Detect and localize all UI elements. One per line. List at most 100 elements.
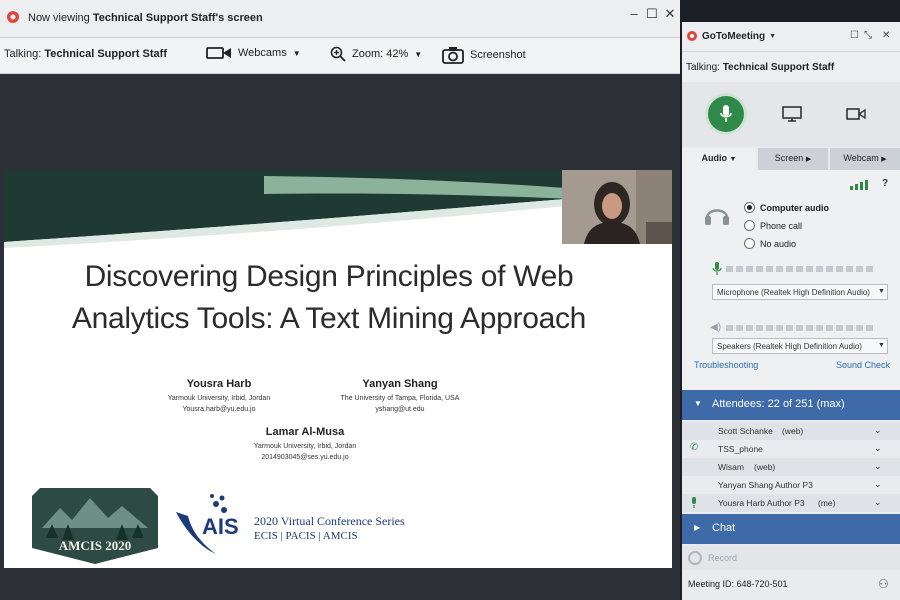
amcis-2020-badge: AMCIS 2020 <box>32 488 158 564</box>
attendee-row[interactable]: Wisam (web) ⌄ <box>682 458 900 476</box>
meeting-id-bar: Meeting ID: 648-720-501 ⚇ <box>682 572 900 600</box>
speaker-icon: ◀) <box>710 322 722 333</box>
radio-phone-call[interactable] <box>744 220 755 231</box>
panel-expand-button[interactable]: ⤡ <box>864 30 872 41</box>
tab-audio[interactable]: Audio ▼ <box>682 148 756 170</box>
author-affiliation: Yarmouk University, Irbid, Jordan <box>253 443 357 450</box>
panel-close-button[interactable]: ✕ <box>882 30 890 41</box>
audio-settings-section: ? Computer audio Phone call No audio Mic… <box>682 170 900 392</box>
attendee-note: (web) <box>782 426 804 436</box>
close-window-button[interactable]: ✕ <box>662 6 678 22</box>
author-email: 2014903045@ses.yu.edu.jo <box>261 454 349 461</box>
panel-tabs: Audio ▼ Screen ▶ Webcam ▶ <box>682 148 900 170</box>
screenshot-label: Screenshot <box>470 49 526 61</box>
viewer-toolbar: Talking: Technical Support Staff Webcams… <box>0 38 680 74</box>
chevron-down-icon: ▼ <box>729 156 737 163</box>
zoom-icon <box>330 46 346 62</box>
slide-title: Discovering Design Principles of Web Ana… <box>71 260 587 335</box>
chevron-down-icon: ▼ <box>694 399 702 408</box>
panel-talking-indicator: Talking: Technical Support Staff <box>682 52 900 82</box>
presenter-image <box>562 170 672 244</box>
attendee-name: Yousra Harb Author P3 <box>718 498 805 508</box>
speakers-select-value: Speakers (Realtek High Definition Audio) <box>717 342 862 351</box>
attendee-row[interactable]: ✆ TSS_phone ⌄ <box>682 440 900 458</box>
ais-logo-text: AIS <box>202 514 239 539</box>
audio-option-computer[interactable]: Computer audio <box>744 202 829 213</box>
microphone-select[interactable]: Microphone (Realtek High Definition Audi… <box>712 284 888 300</box>
chevron-down-icon[interactable]: ⌄ <box>874 497 882 508</box>
attendee-name: Scott Schanke <box>718 426 773 436</box>
tab-webcam[interactable]: Webcam ▶ <box>830 148 900 170</box>
gotomeeting-control-panel: GoToMeeting ▼ ☐ ⤡ ✕ Talking: Technical S… <box>682 22 900 600</box>
maximize-window-button[interactable]: ☐ <box>644 6 660 22</box>
radio-computer-audio[interactable] <box>744 202 755 213</box>
record-label: Record <box>708 553 738 563</box>
webcam-icon <box>206 47 231 59</box>
attendee-name: TSS_phone <box>718 444 763 454</box>
chevron-right-icon: ▶ <box>694 523 701 532</box>
screenshot-button[interactable]: Screenshot <box>442 46 526 64</box>
attendees-count: Attendees: 22 of 251 (max) <box>712 398 845 410</box>
talking-label: Talking: <box>686 62 720 73</box>
phone-icon: ✆ <box>690 442 699 453</box>
speakers-select[interactable]: Speakers (Realtek High Definition Audio) <box>712 338 888 354</box>
help-button[interactable]: ? <box>882 178 888 189</box>
attendee-row[interactable]: Yanyan Shang Author P3 ⌄ <box>682 476 900 494</box>
author-email: yshang@ut.edu <box>375 406 425 413</box>
microphone-button[interactable] <box>708 96 744 132</box>
webcam-button[interactable] <box>838 96 874 132</box>
tab-screen-label: Screen <box>774 153 804 163</box>
webcams-dropdown[interactable]: Webcams ▼ <box>206 46 301 60</box>
talking-name: Technical Support Staff <box>722 62 835 73</box>
monitor-icon <box>782 106 802 122</box>
app-menu-button[interactable]: GoToMeeting ▼ <box>686 30 776 42</box>
chat-header[interactable]: ▶ Chat <box>682 514 900 544</box>
attendee-note: (me) <box>818 498 836 508</box>
speaker-level-meter <box>726 325 876 331</box>
chevron-down-icon[interactable]: ⌄ <box>874 443 882 454</box>
audio-option-label: Phone call <box>760 220 803 231</box>
viewer-window-title: Now viewing Technical Support Staff's sc… <box>28 12 263 24</box>
author-lamar-al-musa: Lamar Al-Musa Yarmouk University, Irbid,… <box>230 426 380 463</box>
troubleshooting-link[interactable]: Troubleshooting <box>694 360 758 370</box>
viewer-title-bar: Now viewing Technical Support Staff's sc… <box>0 0 680 38</box>
presenter-webcam-video <box>562 170 672 244</box>
audio-option-label: Computer audio <box>760 202 829 213</box>
microphone-icon <box>692 497 696 508</box>
audio-option-phone[interactable]: Phone call <box>744 220 802 231</box>
attendee-note: (web) <box>754 462 776 472</box>
chevron-down-icon[interactable]: ⌄ <box>874 479 882 490</box>
amcis-badge-text: AMCIS 2020 <box>58 538 132 553</box>
tab-screen[interactable]: Screen ▶ <box>758 148 828 170</box>
author-yousra-harb: Yousra Harb Yarmouk University, Irbid, J… <box>144 378 294 415</box>
headset-icon <box>705 209 729 225</box>
radio-no-audio[interactable] <box>744 238 755 249</box>
camera-icon <box>442 47 464 64</box>
zoom-label: Zoom: 42% <box>352 48 409 60</box>
zoom-dropdown[interactable]: Zoom: 42% ▼ <box>330 46 422 62</box>
sound-check-link[interactable]: Sound Check <box>836 360 890 370</box>
audio-option-none[interactable]: No audio <box>744 238 796 249</box>
app-name: GoToMeeting <box>702 30 766 42</box>
ais-conferences-text: ECIS | PACIS | AMCIS <box>254 530 358 542</box>
chevron-right-icon: ▶ <box>805 156 812 163</box>
invite-attendee-icon[interactable]: ⚇ <box>878 577 889 591</box>
author-yanyan-shang: Yanyan Shang The University of Tampa, Fl… <box>320 378 480 415</box>
meeting-id-text: Meeting ID: 648-720-501 <box>688 579 788 589</box>
audio-option-label: No audio <box>760 238 797 249</box>
record-button[interactable]: Record <box>682 546 900 570</box>
attendee-name: Wisam <box>718 462 744 472</box>
panel-media-controls <box>682 82 900 146</box>
signal-strength-icon <box>850 180 868 190</box>
talking-indicator: Talking: Technical Support Staff <box>4 48 167 60</box>
panel-restore-button[interactable]: ☐ <box>850 30 859 41</box>
minimize-window-button[interactable]: – <box>626 6 642 21</box>
share-screen-button[interactable] <box>774 96 810 132</box>
attendees-header[interactable]: ▼ Attendees: 22 of 251 (max) <box>682 390 900 420</box>
presentation-slide: Discovering Design Principles of Web Ana… <box>4 170 672 568</box>
chevron-down-icon[interactable]: ⌄ <box>874 461 882 472</box>
attendee-row[interactable]: Yousra Harb Author P3 (me) ⌄ <box>682 494 900 512</box>
attendee-row[interactable]: Scott Schanke (web) ⌄ <box>682 422 900 440</box>
chevron-down-icon[interactable]: ⌄ <box>874 425 882 436</box>
tab-webcam-label: Webcam <box>843 153 879 163</box>
